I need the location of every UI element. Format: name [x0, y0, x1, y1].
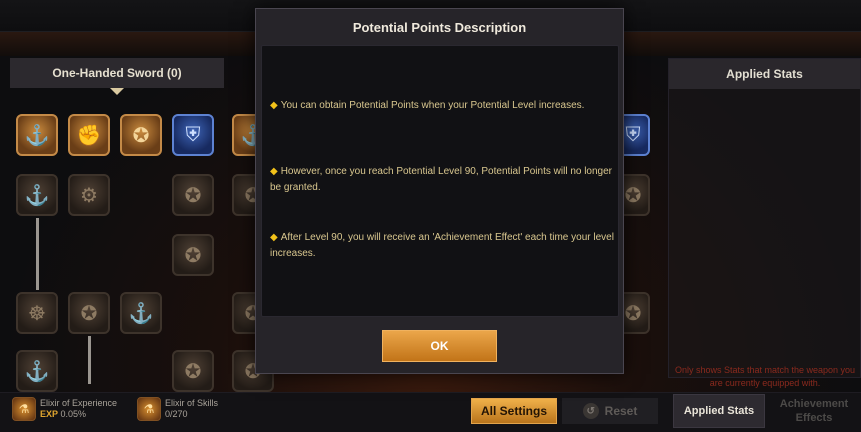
skill-node-ship-icon[interactable]: ☸ — [16, 292, 58, 334]
dialog-body: ◆ You can obtain Potential Points when yo… — [261, 45, 619, 317]
elixir-value: 0.05% — [60, 409, 87, 419]
skill-node-anchor-icon[interactable]: ⚓ — [16, 350, 58, 392]
applied-stats-title: Applied Stats — [669, 59, 860, 89]
applied-stats-panel: Applied Stats — [668, 58, 861, 378]
description-line: ◆ After Level 90, you will receive an 'Ac… — [270, 230, 615, 262]
skill-node-fist-icon[interactable]: ✊ — [68, 114, 110, 156]
skill-node-gear-icon[interactable]: ⚙ — [68, 174, 110, 216]
elixir-name: Elixir of Skills — [165, 398, 219, 408]
diamond-bullet-icon: ◆ — [270, 166, 278, 177]
skill-node-emblem-icon[interactable]: ✪ — [68, 292, 110, 334]
reset-label: Reset — [604, 404, 638, 418]
description-text: You can obtain Potential Points when you… — [280, 100, 585, 111]
tree-connector — [36, 218, 39, 290]
tree-connector — [88, 336, 91, 384]
diamond-bullet-icon: ◆ — [270, 232, 278, 243]
weapon-filter-note: Only shows Stats that match the weapon y… — [674, 365, 856, 388]
dialog-title: Potential Points Description — [352, 19, 527, 35]
reset-icon: ↺ — [582, 403, 599, 419]
elixir-skills[interactable]: ⚗ Elixir of Skills 0/270 — [137, 397, 218, 421]
description-text: However, once you reach Potential Level … — [270, 166, 613, 193]
skill-node-emblem-icon[interactable]: ✪ — [172, 350, 214, 392]
description-text: After Level 90, you will receive an 'Ach… — [270, 232, 614, 259]
skill-node-anchor-icon[interactable]: ⚓ — [16, 114, 58, 156]
reset-button[interactable]: ↺ Reset — [562, 398, 658, 424]
skill-node-anchor-icon[interactable]: ⚓ — [120, 292, 162, 334]
potential-points-dialog: Potential Points Description ◆ You can ob… — [255, 8, 624, 374]
skill-node-anchor-icon[interactable]: ⚓ — [16, 174, 58, 216]
elixir-value: 0/270 — [165, 409, 188, 419]
tab-applied-stats[interactable]: Applied Stats — [673, 394, 765, 428]
weapon-panel-title: One-Handed Sword (0) — [10, 58, 224, 88]
description-line: ◆ You can obtain Potential Points when yo… — [270, 98, 615, 114]
all-settings-button[interactable]: All Settings — [471, 398, 557, 424]
skill-node-shield-icon[interactable]: ✪ — [120, 114, 162, 156]
chevron-down-icon — [110, 88, 124, 95]
elixir-flask-icon: ⚗ — [12, 397, 36, 421]
skill-node-emblem-icon[interactable]: ✪ — [172, 174, 214, 216]
skill-node-crest-icon[interactable]: ⛨ — [172, 114, 214, 156]
ok-button[interactable]: OK — [382, 330, 497, 362]
description-line: ◆ However, once you reach Potential Level… — [270, 164, 615, 196]
skill-node-emblem-icon[interactable]: ✪ — [172, 234, 214, 276]
elixir-experience[interactable]: ⚗ Elixir of Experience EXP 0.05% — [12, 397, 117, 421]
elixir-flask-icon: ⚗ — [137, 397, 161, 421]
elixir-value-key: EXP — [40, 409, 59, 419]
diamond-bullet-icon: ◆ — [270, 100, 278, 111]
tab-achievement-effects[interactable]: Achievement Effects — [768, 394, 860, 428]
elixir-name: Elixir of Experience — [40, 398, 118, 408]
